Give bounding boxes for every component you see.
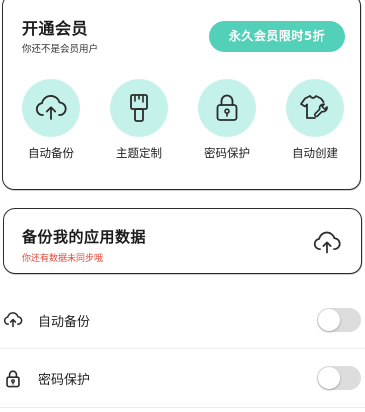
divider xyxy=(0,407,365,408)
setting-row-auto-backup[interactable]: 自动备份 xyxy=(0,292,365,348)
divider xyxy=(0,348,365,349)
feature-auto-backup[interactable]: 自动备份 xyxy=(16,79,86,161)
cloud-upload-icon xyxy=(35,95,67,120)
password-toggle[interactable] xyxy=(317,366,361,390)
feature-icon-circle xyxy=(286,79,344,137)
feature-password[interactable]: 密码保护 xyxy=(192,79,262,161)
cloud-upload-icon xyxy=(3,312,23,328)
setting-label: 密码保护 xyxy=(38,373,91,388)
backup-status: 你还有数据未同步哦 xyxy=(22,254,104,264)
cloud-upload-icon[interactable] xyxy=(312,230,342,256)
shirt-wrench-icon xyxy=(300,95,328,119)
feature-label: 自动创建 xyxy=(292,146,338,160)
membership-subtitle: 你还不是会员用户 xyxy=(22,44,99,55)
auto-backup-toggle[interactable] xyxy=(317,308,361,332)
lock-icon xyxy=(6,370,20,388)
feature-auto-create[interactable]: 自动创建 xyxy=(280,79,350,161)
vip-offer-button[interactable]: 永久会员限时5折 xyxy=(209,21,345,52)
feature-label: 自动备份 xyxy=(28,146,74,160)
backup-title: 备份我的应用数据 xyxy=(22,228,147,246)
setting-label: 自动备份 xyxy=(38,315,91,330)
membership-title: 开通会员 xyxy=(22,19,89,38)
lock-icon xyxy=(216,94,238,121)
backup-card[interactable]: 备份我的应用数据 你还有数据未同步哦 xyxy=(3,208,362,274)
toggle-knob xyxy=(318,367,340,389)
toggle-knob xyxy=(318,309,340,331)
settings-screen: 开通会员 你还不是会员用户 永久会员限时5折 自动备份 主题定制 密码保护 自动… xyxy=(0,0,365,412)
feature-label: 密码保护 xyxy=(204,146,250,160)
feature-icon-circle xyxy=(110,79,168,137)
feature-theme[interactable]: 主题定制 xyxy=(104,79,174,161)
paint-brush-icon xyxy=(130,94,148,122)
feature-icon-circle xyxy=(198,79,256,137)
feature-label: 主题定制 xyxy=(116,146,162,160)
feature-icon-circle xyxy=(22,79,80,137)
membership-card: 开通会员 你还不是会员用户 永久会员限时5折 自动备份 主题定制 密码保护 自动… xyxy=(2,0,361,190)
setting-row-password[interactable]: 密码保护 xyxy=(0,350,365,406)
